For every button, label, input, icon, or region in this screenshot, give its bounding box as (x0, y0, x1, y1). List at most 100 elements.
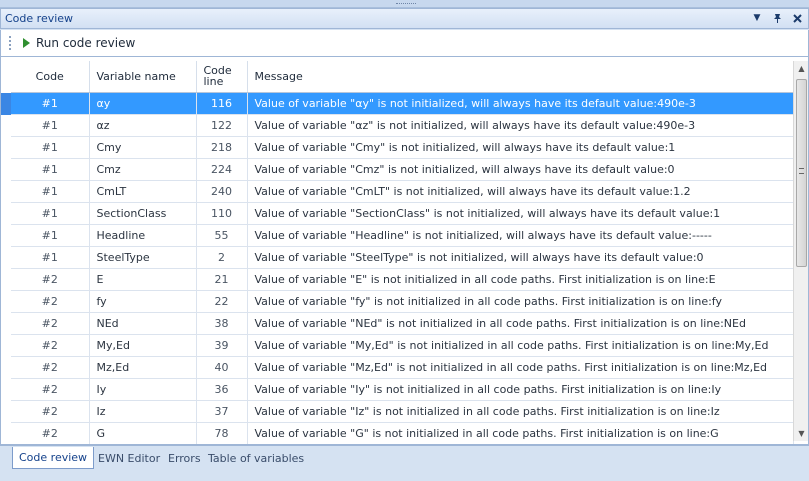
table-row[interactable]: #2 G 78 Value of variable "G" is not initia… (11, 422, 794, 444)
scroll-up-icon[interactable]: ▲ (794, 61, 808, 76)
cell-code-line: 218 (196, 136, 248, 159)
toolbar-grip (9, 36, 11, 50)
table-row[interactable]: #2 Mz,Ed 40 Value of variable "Mz,Ed" is no… (11, 356, 794, 379)
close-icon[interactable] (790, 11, 804, 25)
run-code-review-button[interactable]: Run code review (19, 33, 139, 53)
code-review-grid: Code Variable name Code line Message #1 α… (0, 56, 809, 445)
cell-message: Value of variable "My,Ed" is not initial… (247, 334, 794, 357)
cell-code-line: 2 (196, 246, 248, 269)
table-row[interactable]: #2 Iy 36 Value of variable "Iy" is not init… (11, 378, 794, 401)
cell-message: Value of variable "NEd" is not initializ… (247, 312, 794, 335)
cell-code-line: 22 (196, 290, 248, 313)
table-row[interactable]: #2 Iz 37 Value of variable "Iz" is not init… (11, 400, 794, 423)
cell-message: Value of variable "G" is not initialized… (247, 422, 794, 444)
pin-icon[interactable] (770, 11, 784, 25)
table-row[interactable]: #2 fy 22 Value of variable "fy" is not init… (11, 290, 794, 313)
cell-code: #1 (11, 180, 90, 203)
cell-code: #2 (11, 312, 90, 335)
top-splitter[interactable] (0, 0, 809, 8)
tab-errors[interactable]: Errors (162, 447, 207, 469)
run-code-review-label: Run code review (36, 36, 136, 50)
table-row[interactable]: #1 Headline 55 Value of variable "Headline"… (11, 224, 794, 247)
scroll-thumb[interactable] (796, 79, 807, 267)
cell-code: #2 (11, 268, 90, 291)
cell-variable-name: Cmz (89, 158, 197, 181)
cell-code: #1 (11, 158, 90, 181)
table-row[interactable]: #1 Cmy 218 Value of variable "Cmy" is not i… (11, 136, 794, 159)
panel-title: Code review (5, 12, 74, 25)
cell-variable-name: NEd (89, 312, 197, 335)
tab-ewn-editor[interactable]: EWN Editor (92, 447, 166, 469)
cell-code-line: 37 (196, 400, 248, 423)
cell-variable-name: G (89, 422, 197, 444)
tab-table-of-variables[interactable]: Table of variables (202, 447, 310, 469)
cell-variable-name: SteelType (89, 246, 197, 269)
cell-code: #1 (11, 136, 90, 159)
table-row[interactable]: #1 SectionClass 110 Value of variable "Sect… (11, 202, 794, 225)
cell-code-line: 39 (196, 334, 248, 357)
tab-code-review[interactable]: Code review (12, 447, 95, 469)
cell-code-line: 240 (196, 180, 248, 203)
cell-code-line: 55 (196, 224, 248, 247)
vertical-scrollbar[interactable]: ▲ ▼ (793, 61, 808, 441)
cell-message: Value of variable "Mz,Ed" is not initial… (247, 356, 794, 379)
cell-code-line: 122 (196, 114, 248, 137)
cell-variable-name: Mz,Ed (89, 356, 197, 379)
bottom-tabstrip: Code review EWN Editor Errors Table of v… (0, 445, 809, 481)
splitter-grip (396, 3, 416, 5)
column-header-message[interactable]: Message (247, 61, 794, 93)
table-row[interactable]: #2 NEd 38 Value of variable "NEd" is not in… (11, 312, 794, 335)
cell-message: Value of variable "Iy" is not initialize… (247, 378, 794, 401)
table-row[interactable]: #2 E 21 Value of variable "E" is not initia… (11, 268, 794, 291)
cell-variable-name: αz (89, 114, 197, 137)
cell-message: Value of variable "fy" is not initialize… (247, 290, 794, 313)
cell-message: Value of variable "αz" is not initialize… (247, 114, 794, 137)
cell-message: Value of variable "Cmy" is not initializ… (247, 136, 794, 159)
column-header-code-line[interactable]: Code line (196, 61, 248, 93)
cell-code-line: 40 (196, 356, 248, 379)
cell-message: Value of variable "Cmz" is not initializ… (247, 158, 794, 181)
cell-code-line: 38 (196, 312, 248, 335)
column-header-variable-name[interactable]: Variable name (89, 61, 197, 93)
cell-code-line: 116 (196, 92, 248, 115)
table-row[interactable]: #1 Cmz 224 Value of variable "Cmz" is not i… (11, 158, 794, 181)
code-review-table: Code Variable name Code line Message #1 α… (11, 61, 794, 444)
cell-message: Value of variable "SectionClass" is not … (247, 202, 794, 225)
cell-code: #2 (11, 334, 90, 357)
table-row[interactable]: #1 SteelType 2 Value of variable "SteelType… (11, 246, 794, 269)
table-row[interactable]: #1 CmLT 240 Value of variable "CmLT" is not… (11, 180, 794, 203)
cell-variable-name: Cmy (89, 136, 197, 159)
cell-code: #2 (11, 422, 90, 444)
cell-variable-name: Headline (89, 224, 197, 247)
cell-message: Value of variable "E" is not initialized… (247, 268, 794, 291)
table-row[interactable]: #1 αy 116 Value of variable "αy" is not ini… (11, 92, 794, 115)
table-row[interactable]: #2 My,Ed 39 Value of variable "My,Ed" is no… (11, 334, 794, 357)
scroll-down-icon[interactable]: ▼ (794, 426, 808, 441)
cell-variable-name: My,Ed (89, 334, 197, 357)
cell-variable-name: CmLT (89, 180, 197, 203)
dropdown-arrow-icon[interactable]: ▼ (750, 11, 764, 25)
cell-code-line: 110 (196, 202, 248, 225)
cell-code: #2 (11, 378, 90, 401)
row-selector[interactable] (1, 93, 11, 115)
table-row[interactable]: #1 αz 122 Value of variable "αz" is not ini… (11, 114, 794, 137)
cell-message: Value of variable "αy" is not initialize… (247, 92, 794, 115)
cell-code-line: 21 (196, 268, 248, 291)
cell-variable-name: E (89, 268, 197, 291)
cell-variable-name: αy (89, 92, 197, 115)
cell-code: #1 (11, 114, 90, 137)
cell-code: #1 (11, 246, 90, 269)
cell-message: Value of variable "Headline" is not init… (247, 224, 794, 247)
cell-code: #1 (11, 224, 90, 247)
cell-message: Value of variable "Iz" is not initialize… (247, 400, 794, 423)
cell-code: #2 (11, 400, 90, 423)
cell-code-line: 78 (196, 422, 248, 444)
column-header-code[interactable]: Code (11, 61, 90, 93)
play-icon (23, 38, 30, 48)
panel-header: Code review ▼ (0, 8, 809, 29)
cell-code: #1 (11, 202, 90, 225)
cell-code: #2 (11, 290, 90, 313)
toolbar: Run code review (0, 30, 809, 56)
cell-message: Value of variable "CmLT" is not initiali… (247, 180, 794, 203)
cell-code-line: 36 (196, 378, 248, 401)
